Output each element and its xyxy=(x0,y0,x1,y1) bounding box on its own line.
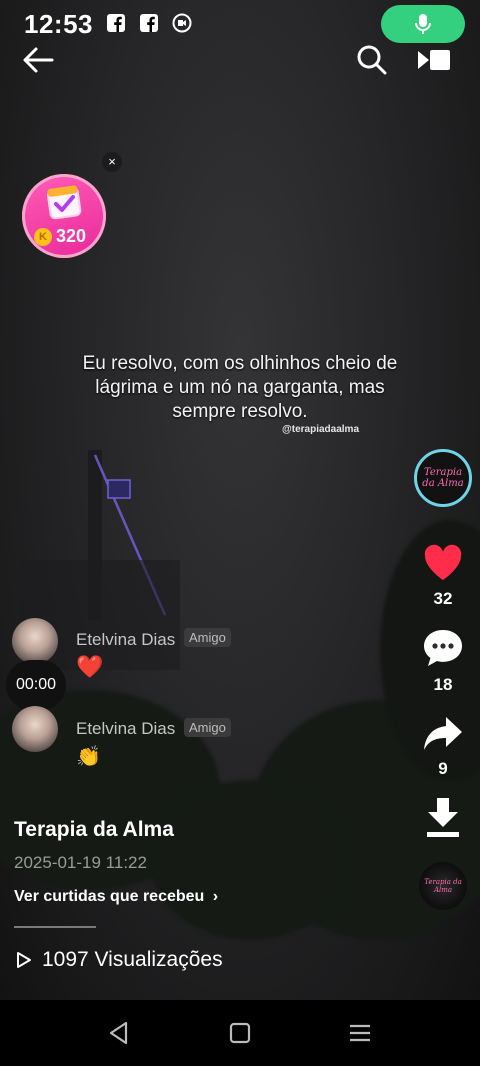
coin-amount: 320 xyxy=(56,226,87,246)
post-date: 2025-01-19 11:22 xyxy=(14,853,147,872)
commenter-avatar[interactable] xyxy=(12,618,58,664)
chevron-right-icon: › xyxy=(212,888,219,905)
download-icon xyxy=(427,798,459,837)
badge-close-button[interactable]: × xyxy=(102,152,122,172)
video-handle: @terapiadaalma xyxy=(282,424,360,435)
divider xyxy=(14,926,96,928)
like-count: 32 xyxy=(433,589,453,608)
comment-button[interactable]: 18 xyxy=(420,628,466,695)
post-title[interactable]: Terapia da Alma xyxy=(14,818,174,842)
download-button[interactable] xyxy=(420,796,466,845)
back-arrow-icon[interactable] xyxy=(20,42,56,78)
share-arrow-icon xyxy=(424,717,462,750)
views-row[interactable]: 1097 Visualizações xyxy=(16,948,223,972)
heart-icon xyxy=(424,544,462,580)
calendar-task-icon xyxy=(46,185,82,220)
video-player[interactable] xyxy=(0,0,480,1000)
play-outline-icon xyxy=(17,952,31,968)
creator-avatar-text: Terapia da Alma xyxy=(422,467,464,489)
microphone-indicator[interactable] xyxy=(381,5,465,43)
playback-timer: 00:00 xyxy=(6,660,66,710)
search-icon[interactable] xyxy=(354,42,390,78)
status-time: 12:53 xyxy=(24,9,93,39)
commenter-name-2: Etelvina Dias xyxy=(76,719,176,738)
friend-tag-2: Amigo xyxy=(184,718,231,737)
facebook-icon-2 xyxy=(140,14,158,32)
views-count: 1097 Visualizações xyxy=(42,948,223,971)
likes-received-link[interactable]: Ver curtidas que recebeu › xyxy=(14,888,218,906)
creator-avatar[interactable]: Terapia da Alma xyxy=(414,449,472,507)
status-bar: 12:53 xyxy=(0,0,480,48)
comment-icon xyxy=(424,630,462,666)
recents-menu-icon[interactable] xyxy=(345,1018,375,1048)
music-disc-text: Terapia da Alma xyxy=(424,878,462,894)
commenter-avatar-2[interactable] xyxy=(12,706,58,752)
share-count: 9 xyxy=(438,759,448,778)
likes-received-label: Ver curtidas que recebeu xyxy=(14,888,205,905)
back-triangle-icon[interactable] xyxy=(104,1018,134,1048)
microphone-icon xyxy=(415,14,431,34)
commenter-name: Etelvina Dias xyxy=(76,630,176,649)
share-button[interactable]: 9 xyxy=(420,714,466,779)
kwai-icon xyxy=(172,13,192,33)
play-clip-icon[interactable] xyxy=(416,42,452,78)
coin-count: K 320 xyxy=(34,226,86,247)
coin-icon: K xyxy=(34,227,52,246)
facebook-icon xyxy=(107,14,125,32)
music-disc[interactable]: Terapia da Alma xyxy=(419,862,467,910)
like-button[interactable]: 32 xyxy=(420,544,466,609)
home-square-icon[interactable] xyxy=(225,1018,255,1048)
comment-reaction: ❤️ xyxy=(76,654,104,679)
comment-reaction-2: 👏 xyxy=(76,746,101,768)
comment-count: 18 xyxy=(433,675,453,694)
friend-tag: Amigo xyxy=(184,628,231,647)
video-caption: Eu resolvo, com os olhinhos cheio de lág… xyxy=(82,353,398,422)
system-nav-bar xyxy=(0,1000,480,1066)
